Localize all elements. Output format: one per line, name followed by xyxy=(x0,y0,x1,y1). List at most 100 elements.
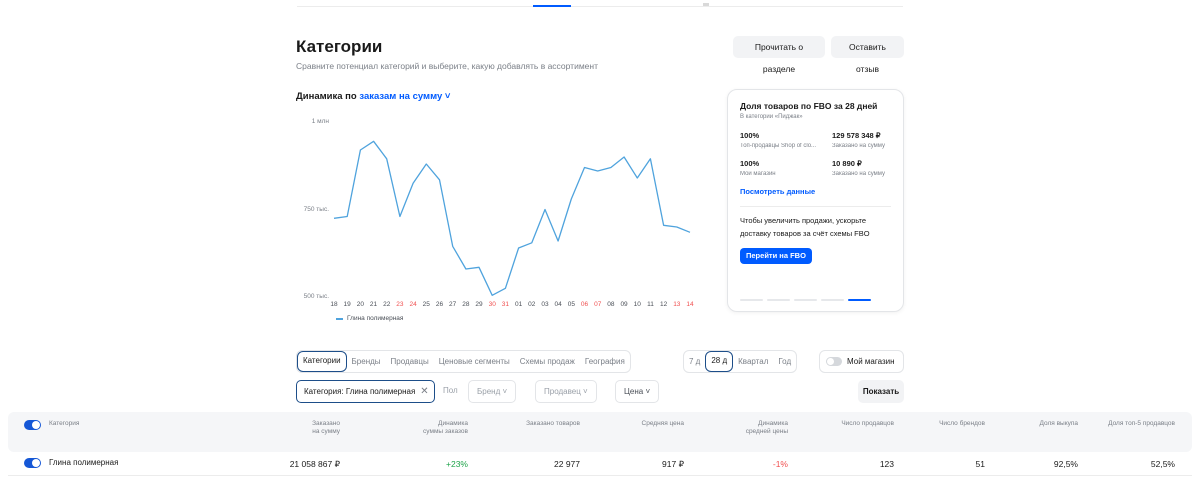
x-tick-label: 13 xyxy=(673,301,681,308)
chart-legend: Глина полимерная xyxy=(336,315,403,322)
data-point[interactable] xyxy=(647,156,653,162)
brand-filter[interactable]: Бренд ˅ xyxy=(468,380,517,403)
data-point[interactable] xyxy=(542,207,548,213)
period-quarter[interactable]: Квартал xyxy=(733,351,773,372)
data-point[interactable] xyxy=(410,180,416,186)
seller-filter-label: Продавец xyxy=(544,387,581,396)
table-header xyxy=(8,412,1192,452)
metric-dropdown[interactable]: заказам на сумму ˅ xyxy=(359,91,450,102)
data-point[interactable] xyxy=(397,214,403,220)
cell-avg-price: 917 ₽ xyxy=(662,459,684,469)
y-tick-label: 1 млн xyxy=(311,118,329,125)
data-point[interactable] xyxy=(582,165,588,171)
data-point[interactable] xyxy=(423,161,429,167)
carousel-dot[interactable] xyxy=(821,299,844,301)
read-about-section-button[interactable]: Прочитать о разделе xyxy=(733,36,825,74)
data-point[interactable] xyxy=(476,264,482,270)
carousel-dot[interactable] xyxy=(740,299,763,301)
data-point[interactable] xyxy=(502,285,508,291)
data-point[interactable] xyxy=(344,214,350,220)
orders-sum-chart: Глина полимерная 1 млн 750 тыс. 500 тыс. 18… xyxy=(296,108,706,328)
gender-filter[interactable]: Пол xyxy=(435,380,466,403)
cell-buyout-share: 92,5% xyxy=(1053,459,1078,469)
data-point[interactable] xyxy=(634,175,640,181)
x-tick-label: 26 xyxy=(435,301,444,308)
close-icon[interactable]: ✕ xyxy=(420,382,428,402)
cell-ordered-items: 22 977 xyxy=(554,459,580,469)
col-buyout-share[interactable]: Доля выкупа xyxy=(1018,420,1079,428)
data-point[interactable] xyxy=(661,222,667,228)
seller-filter[interactable]: Продавец ˅ xyxy=(535,380,597,403)
col-dyn-sum[interactable]: Динамика суммы заказов xyxy=(408,420,468,436)
metric-label: заказам на сумму xyxy=(359,91,443,102)
col-top5-share[interactable]: Доля топ-5 продавцов xyxy=(1095,420,1175,428)
data-point[interactable] xyxy=(463,266,469,272)
period-year[interactable]: Год xyxy=(773,351,796,372)
carousel-dot[interactable] xyxy=(794,299,817,301)
x-tick-label: 20 xyxy=(356,301,364,308)
card-divider xyxy=(740,206,891,207)
price-filter[interactable]: Цена ˅ xyxy=(615,380,660,403)
period-7d[interactable]: 7 д xyxy=(684,351,705,372)
data-point[interactable] xyxy=(450,243,456,249)
page-title: Категории xyxy=(296,37,383,56)
go-to-fbo-button[interactable]: Перейти на FBO xyxy=(740,248,812,264)
show-button[interactable]: Показать xyxy=(858,380,904,403)
fbo-share-card: Доля товаров по FBO за 28 дней В категор… xyxy=(727,89,904,312)
x-tick-label: 19 xyxy=(343,301,351,308)
tab-categories[interactable]: Категории xyxy=(297,351,347,372)
y-tick-label: 500 тыс. xyxy=(303,293,329,300)
cell-category[interactable]: Глина полимерная xyxy=(49,458,118,467)
row-toggle[interactable] xyxy=(24,458,41,468)
col-avg-price[interactable]: Средняя цена xyxy=(624,420,684,428)
carousel-dot-active[interactable] xyxy=(848,299,871,301)
category-filter-label: Категория: Глина полимерная xyxy=(304,386,416,396)
category-filter-chip[interactable]: Категория: Глина полимерная ✕ xyxy=(296,380,435,403)
tab-sellers[interactable]: Продавцы xyxy=(386,351,434,372)
data-point[interactable] xyxy=(331,215,337,221)
col-ordered-sum[interactable]: Заказано на сумму xyxy=(290,420,340,436)
period-28d[interactable]: 28 д xyxy=(705,351,734,372)
tab-geography[interactable]: География xyxy=(580,351,630,372)
carousel-dot[interactable] xyxy=(767,299,790,301)
data-point[interactable] xyxy=(608,165,614,171)
leave-review-button[interactable]: Оставить отзыв xyxy=(831,36,904,74)
view-data-link[interactable]: Посмотреть данные xyxy=(740,187,815,196)
data-point[interactable] xyxy=(687,229,693,235)
data-point[interactable] xyxy=(674,224,680,230)
data-point[interactable] xyxy=(489,292,495,298)
data-point[interactable] xyxy=(555,238,561,244)
data-point[interactable] xyxy=(621,154,627,160)
x-tick-label: 11 xyxy=(647,301,654,308)
data-point[interactable] xyxy=(384,156,390,162)
tab-brands[interactable]: Бренды xyxy=(347,351,386,372)
data-point[interactable] xyxy=(568,196,574,202)
my-store-share-value: 100% xyxy=(740,159,760,168)
col-category[interactable]: Категория xyxy=(49,420,79,428)
tab-sales-schemes[interactable]: Схемы продаж xyxy=(515,351,580,372)
top-sellers-share-value: 100% xyxy=(740,131,760,140)
period-selector: 7 д 28 д Квартал Год xyxy=(683,350,798,373)
data-point[interactable] xyxy=(371,138,377,144)
col-ordered-items[interactable]: Заказано товаров xyxy=(510,420,580,428)
toggle-switch[interactable] xyxy=(826,357,842,366)
col-sellers-count[interactable]: Число продавцов xyxy=(824,420,894,428)
series-line[interactable] xyxy=(333,140,691,296)
data-point[interactable] xyxy=(436,177,442,183)
my-store-toggle[interactable]: Мой магазин xyxy=(819,350,904,373)
tab-price-segments[interactable]: Ценовые сегменты xyxy=(434,351,515,372)
table-row[interactable] xyxy=(8,452,1192,476)
x-tick-label: 22 xyxy=(383,301,391,308)
col-dyn-avg-price[interactable]: Динамика средней цены xyxy=(728,420,788,436)
data-point[interactable] xyxy=(595,168,601,174)
carousel-dots xyxy=(740,299,871,301)
col-brands-count[interactable]: Число брендов xyxy=(925,420,985,428)
data-point[interactable] xyxy=(529,240,535,246)
legend-swatch xyxy=(336,317,343,320)
data-point[interactable] xyxy=(357,147,363,153)
x-tick-label: 02 xyxy=(528,301,536,308)
top-sellers-share-label: Топ-продавцы Shop of clo... xyxy=(740,143,817,149)
select-all-toggle[interactable] xyxy=(24,420,41,430)
legend-label: Глина полимерная xyxy=(347,315,404,322)
data-point[interactable] xyxy=(516,245,522,251)
